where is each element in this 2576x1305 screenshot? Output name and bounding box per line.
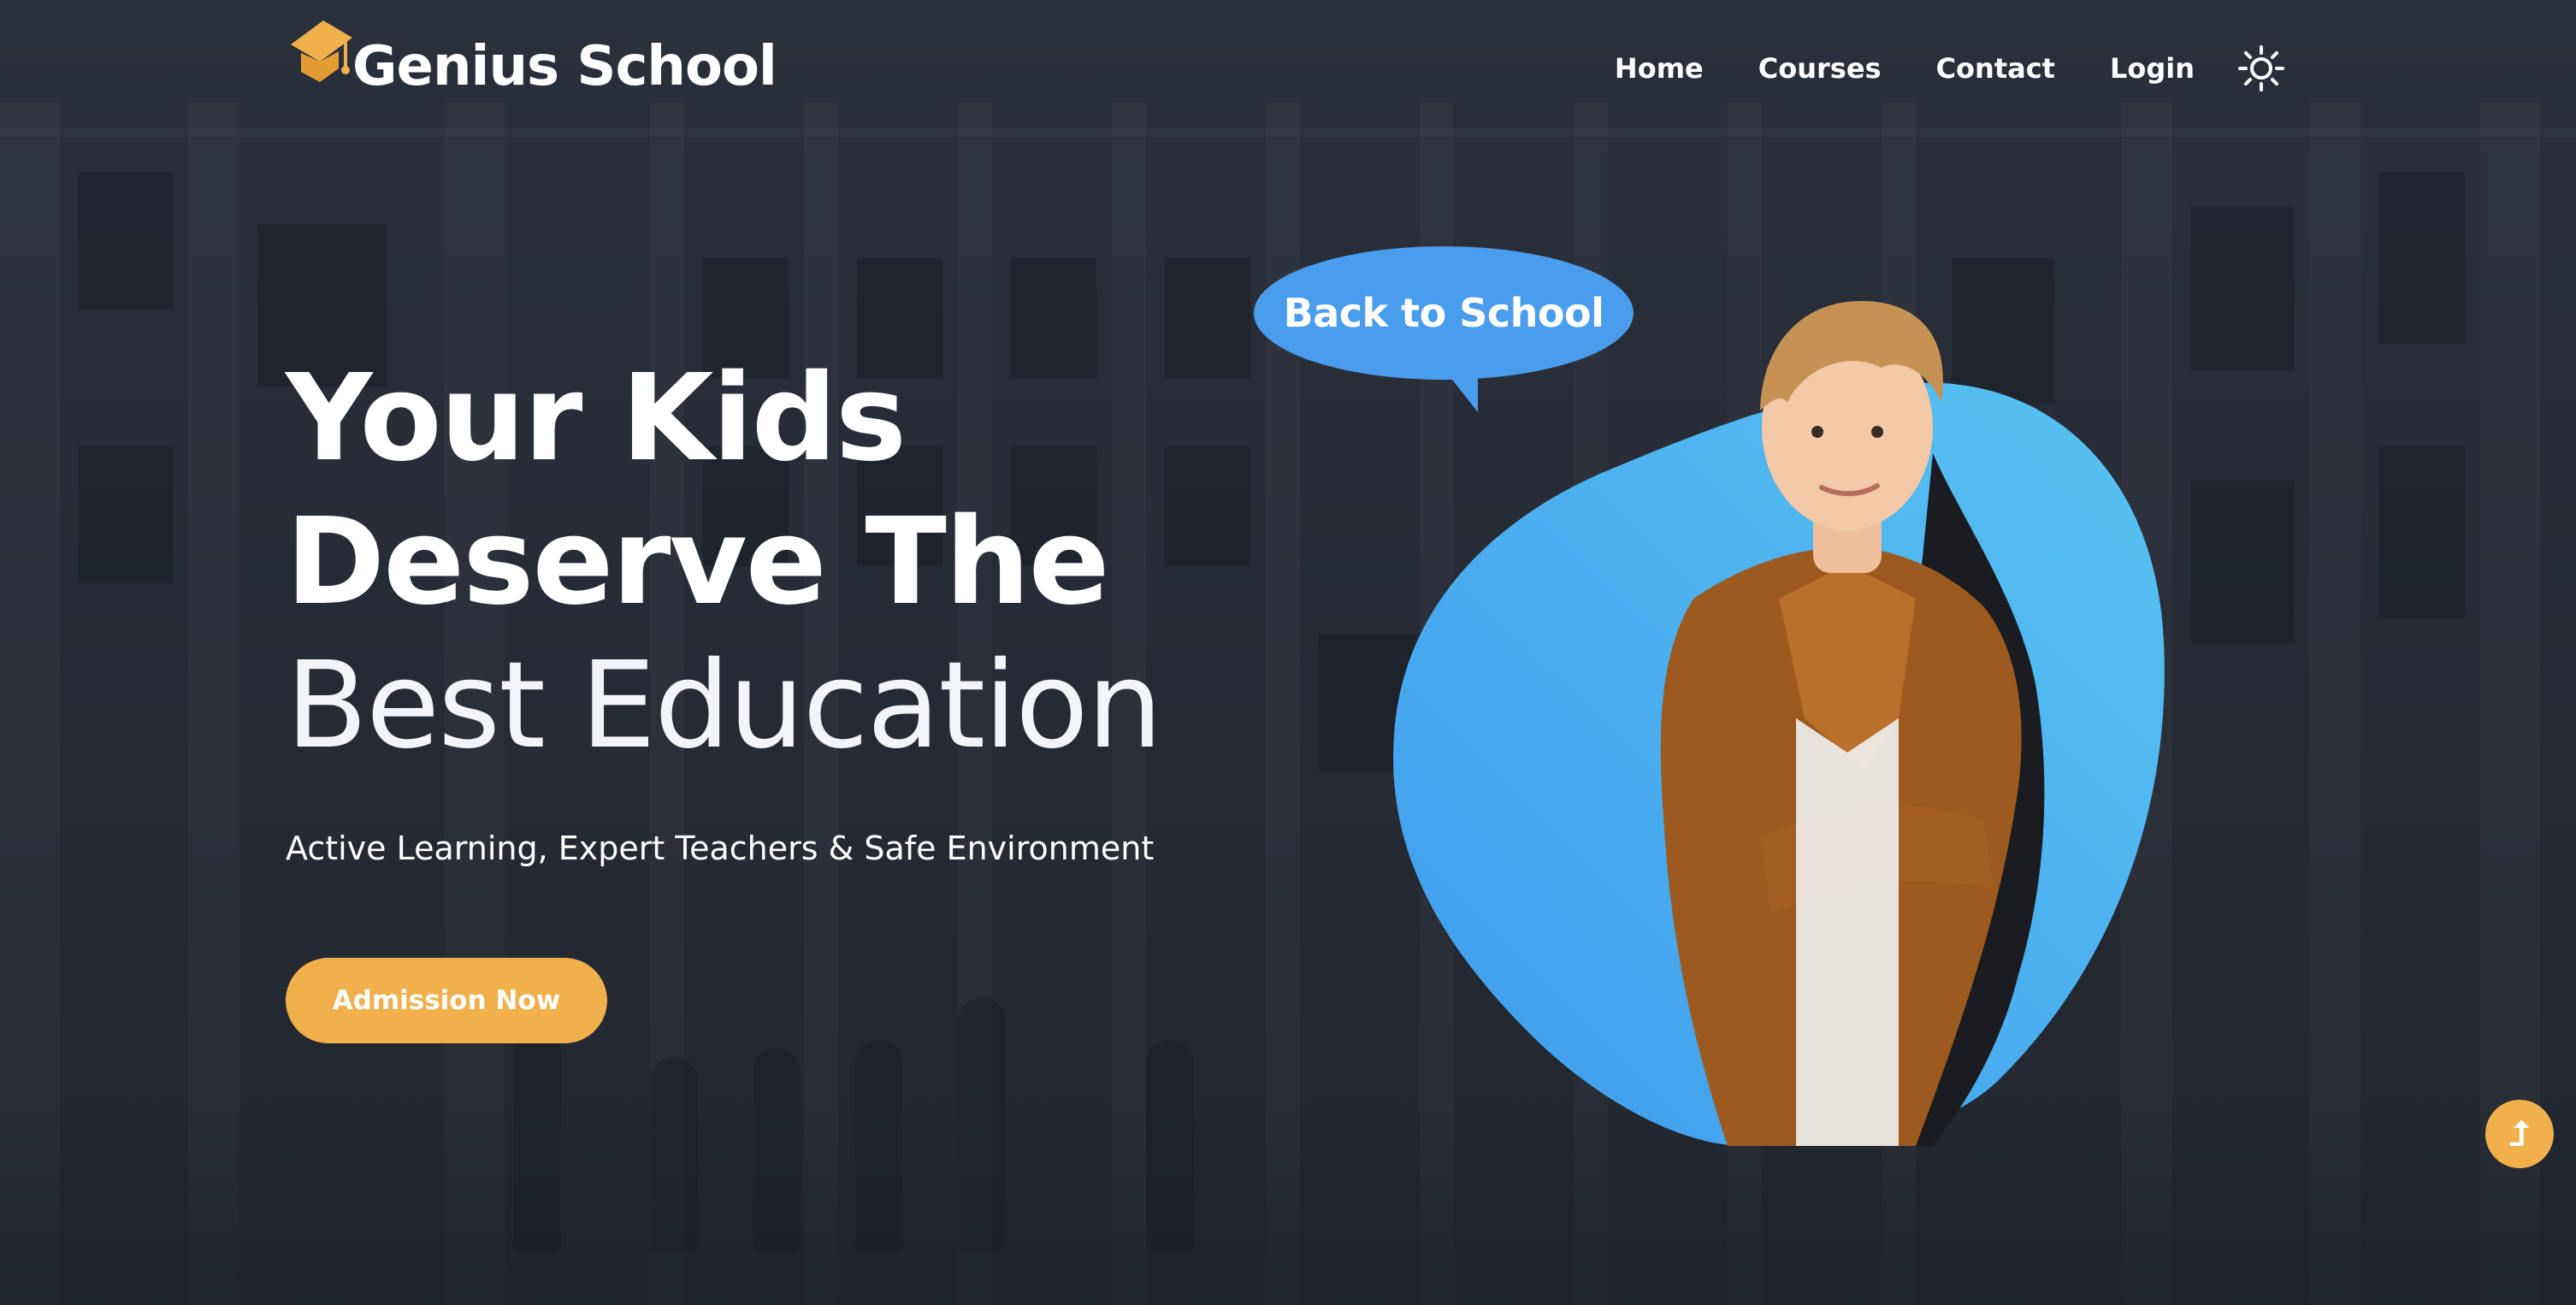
site-logo[interactable]: Genius School	[286, 9, 777, 94]
scroll-to-top-button[interactable]: ⮥	[2485, 1100, 2554, 1168]
bubble-label: Back to School	[1283, 290, 1604, 336]
headline-line-3: Best Education	[286, 636, 1163, 776]
headline-line-1: Your Kids	[286, 349, 907, 488]
back-to-school-bubble: Back to School	[1252, 245, 1635, 416]
hero-text-block: Your Kids Deserve The Best Education	[286, 359, 1312, 766]
headline-line-2: Deserve The	[286, 493, 1110, 632]
nav-link-courses[interactable]: Courses	[1758, 52, 1882, 85]
graduation-cap-icon	[286, 9, 357, 94]
nav-link-contact[interactable]: Contact	[1936, 52, 2055, 85]
hero-headline: Your Kids Deserve The Best Education	[286, 359, 1312, 766]
nav-link-login[interactable]: Login	[2110, 52, 2195, 85]
site-header: Genius School Home Courses Contact Login	[0, 0, 2576, 145]
sun-icon	[2238, 45, 2284, 92]
theme-toggle-button[interactable]	[2237, 44, 2285, 92]
main-nav: Home Courses Contact Login	[1560, 44, 2285, 92]
nav-link-home[interactable]: Home	[1615, 52, 1704, 85]
arrow-up-icon: ⮥	[2509, 1114, 2530, 1154]
admission-now-button[interactable]: Admission Now	[286, 958, 607, 1043]
hero-subtitle: Active Learning, Expert Teachers & Safe …	[286, 830, 1155, 867]
brand-name: Genius School	[352, 35, 777, 98]
